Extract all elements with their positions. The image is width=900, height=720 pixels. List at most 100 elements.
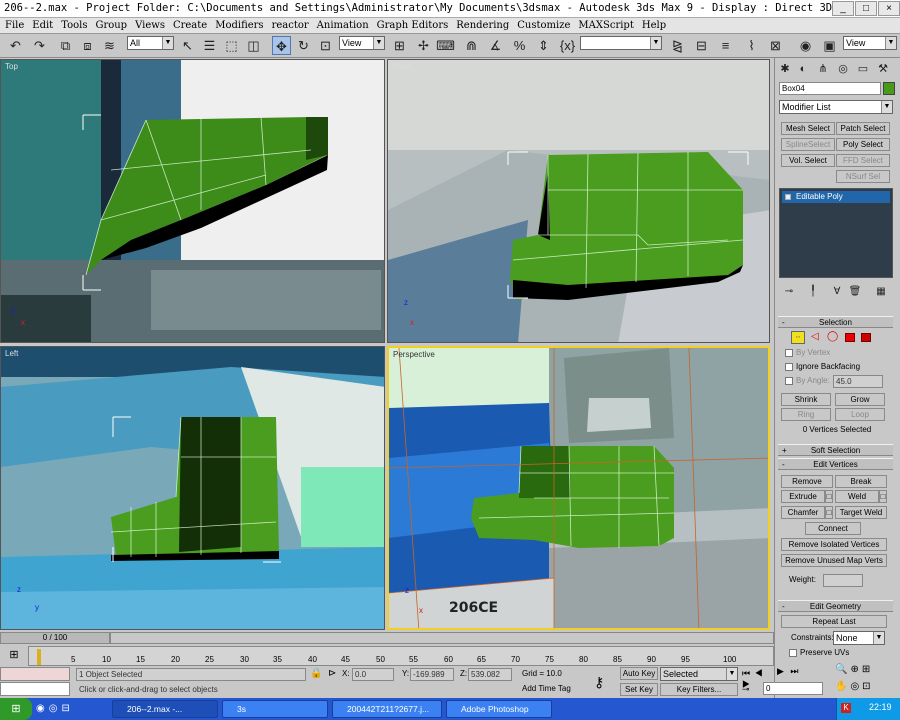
selection-rollout-header[interactable]: - Selection xyxy=(778,316,893,328)
weight-spinner[interactable] xyxy=(823,574,863,587)
polygon-mode-icon[interactable] xyxy=(845,333,855,342)
viewport-label-front[interactable]: Front xyxy=(392,62,411,71)
vol-select-button[interactable]: Vol. Select xyxy=(781,154,835,167)
mini-curve-editor-icon[interactable]: ⊞ xyxy=(4,648,24,664)
poly-select-button[interactable]: Poly Select xyxy=(836,138,890,151)
stack-item-editable-poly[interactable]: Editable Poly xyxy=(782,191,890,203)
task-image[interactable]: 200442T211?2677.j... xyxy=(332,700,442,718)
select-rotate-icon[interactable]: ↻ xyxy=(294,36,313,55)
nsurf-sel-button[interactable]: NSurf Sel xyxy=(836,170,890,183)
minimize-button[interactable]: _ xyxy=(832,1,854,16)
close-button[interactable]: × xyxy=(878,1,900,16)
spinner-snap-icon[interactable]: ⇕ xyxy=(534,36,553,55)
preserve-uvs-checkbox[interactable]: Preserve UVs xyxy=(789,648,849,657)
percent-snap-icon[interactable]: % xyxy=(510,36,529,55)
x-coordinate-field[interactable]: 0.0 xyxy=(352,668,394,681)
pin-stack-icon[interactable]: ⊸ xyxy=(781,282,797,298)
maximize-button[interactable]: □ xyxy=(855,1,877,16)
time-slider-track[interactable] xyxy=(110,632,774,644)
expand-icon[interactable] xyxy=(785,194,791,200)
snaps-toggle-icon[interactable]: ⋒ xyxy=(462,36,481,55)
menu-help[interactable]: Help xyxy=(642,18,666,33)
task-photoshop[interactable]: Adobe Photoshop xyxy=(446,700,552,718)
maxscript-listener-mini[interactable] xyxy=(0,667,70,681)
set-key-icon[interactable]: ⚷ xyxy=(594,674,604,691)
patch-select-button[interactable]: Patch Select xyxy=(836,122,890,135)
z-coordinate-field[interactable]: 539.082 xyxy=(468,668,512,681)
mirror-icon[interactable]: ⧎ xyxy=(668,36,687,55)
key-mode-toggle-icon[interactable]: ⊸ xyxy=(742,684,750,695)
break-button[interactable]: Break xyxy=(835,475,887,488)
current-frame-field[interactable]: 0 xyxy=(763,682,823,695)
timeline-track[interactable]: 5 10 15 20 25 30 35 40 45 50 55 60 65 70… xyxy=(28,646,774,666)
menu-create[interactable]: Create xyxy=(173,18,207,33)
key-filters-button[interactable]: Key Filters... xyxy=(660,683,738,696)
extrude-settings-icon[interactable]: □ xyxy=(825,490,833,503)
time-cursor[interactable] xyxy=(37,649,41,665)
menu-tools[interactable]: Tools xyxy=(61,18,87,33)
constraints-dropdown[interactable]: None ▼ xyxy=(833,631,885,645)
y-coordinate-field[interactable]: -169.989 xyxy=(410,668,454,681)
keyboard-shortcut-toggle-icon[interactable]: ⌨ xyxy=(436,36,455,55)
ffd-select-button[interactable]: FFD Select xyxy=(836,154,890,167)
viewport-top[interactable]: Top y x xyxy=(0,59,385,343)
ignore-backfacing-checkbox[interactable]: Ignore Backfacing xyxy=(785,362,860,371)
remove-button[interactable]: Remove xyxy=(781,475,833,488)
bind-space-warp-icon[interactable]: ≋ xyxy=(100,36,119,55)
layer-manager-icon[interactable]: ≡ xyxy=(716,36,735,55)
material-editor-icon[interactable]: ◉ xyxy=(796,36,815,55)
object-name-field[interactable]: Box04 xyxy=(779,82,881,95)
weld-settings-icon[interactable]: □ xyxy=(879,490,887,503)
configure-modifier-sets-icon[interactable]: ▦ xyxy=(873,282,889,298)
grow-button[interactable]: Grow xyxy=(835,393,885,406)
select-move-icon[interactable]: ✥ xyxy=(272,36,291,55)
menu-group[interactable]: Group xyxy=(95,18,127,33)
task-3dsmax[interactable]: 206--2.max -... xyxy=(112,700,218,718)
edge-mode-icon[interactable]: ◁ xyxy=(811,331,823,344)
key-mode-dropdown[interactable]: Selected ▼ xyxy=(660,667,738,681)
time-slider[interactable]: 0 / 100 xyxy=(0,632,110,644)
render-scene-icon[interactable]: ▣ xyxy=(820,36,839,55)
menu-graph-editors[interactable]: Graph Editors xyxy=(377,18,449,33)
add-time-tag-button[interactable]: Add Time Tag xyxy=(522,684,571,693)
playback-next-controls[interactable]: ▶ ⏭ xyxy=(777,666,801,677)
undo-icon[interactable]: ↶ xyxy=(6,36,25,55)
menu-maxscript[interactable]: MAXScript xyxy=(578,18,633,33)
link-icon[interactable]: ⧉ xyxy=(56,36,75,55)
edit-named-selection-icon[interactable]: {x} xyxy=(558,36,577,55)
quick-launch-icons[interactable]: ◉◎⊟ xyxy=(36,703,74,714)
align-icon[interactable]: ⊟ xyxy=(692,36,711,55)
remove-modifier-icon[interactable]: 🗑 xyxy=(847,282,863,298)
auto-key-button[interactable]: Auto Key xyxy=(620,667,658,680)
angle-spinner[interactable]: 45.0 xyxy=(833,375,883,388)
curve-editor-icon[interactable]: ⌇ xyxy=(742,36,761,55)
start-button[interactable]: ⊞ xyxy=(0,698,32,720)
hierarchy-tab-icon[interactable]: ⋔ xyxy=(815,60,831,76)
by-vertex-checkbox[interactable]: By Vertex xyxy=(785,348,830,357)
repeat-last-button[interactable]: Repeat Last xyxy=(781,615,887,628)
menu-customize[interactable]: Customize xyxy=(517,18,570,33)
edit-vertices-rollout-header[interactable]: - Edit Vertices xyxy=(778,458,893,470)
vertex-mode-icon[interactable]: ∙∙ xyxy=(791,331,805,344)
remove-unused-map-verts-button[interactable]: Remove Unused Map Verts xyxy=(781,554,887,567)
select-scale-icon[interactable]: ⊡ xyxy=(316,36,335,55)
rectangular-selection-icon[interactable]: ⬚ xyxy=(222,36,241,55)
display-tab-icon[interactable]: ▭ xyxy=(855,60,871,76)
pivot-center-icon[interactable]: ⊞ xyxy=(390,36,409,55)
border-mode-icon[interactable]: ◯ xyxy=(827,331,839,344)
render-view-dropdown[interactable]: View ▼ xyxy=(843,36,897,50)
named-selection-dropdown[interactable]: ▼ xyxy=(580,36,662,50)
create-tab-icon[interactable]: ✱ xyxy=(777,60,793,76)
task-folder[interactable]: 3s xyxy=(222,700,328,718)
extrude-button[interactable]: Extrude xyxy=(781,490,825,503)
utilities-tab-icon[interactable]: ⚒ xyxy=(875,60,891,76)
connect-button[interactable]: Connect xyxy=(805,522,861,535)
select-object-icon[interactable]: ↖ xyxy=(178,36,197,55)
soft-selection-rollout-header[interactable]: + Soft Selection xyxy=(778,444,893,456)
spline-select-button[interactable]: SplineSelect xyxy=(781,138,835,151)
schematic-view-icon[interactable]: ⊠ xyxy=(766,36,785,55)
motion-tab-icon[interactable]: ◎ xyxy=(835,60,851,76)
unlink-icon[interactable]: ⧈ xyxy=(78,36,97,55)
select-by-name-icon[interactable]: ☰ xyxy=(200,36,219,55)
menu-modifiers[interactable]: Modifiers xyxy=(215,18,263,33)
